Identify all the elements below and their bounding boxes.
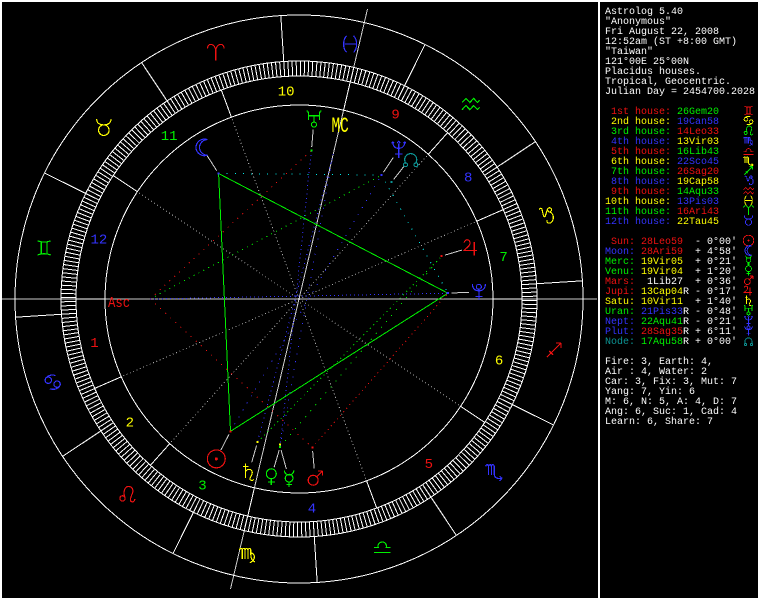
svg-text:5: 5: [425, 457, 433, 473]
svg-text:7: 7: [499, 250, 507, 266]
svg-text:8: 8: [464, 170, 472, 186]
svg-text:11: 11: [161, 129, 178, 145]
svg-text:12: 12: [90, 233, 107, 249]
svg-text:12th house:: 12th house:: [605, 216, 671, 228]
svg-text:1: 1: [90, 336, 98, 352]
svg-text:6: 6: [495, 353, 503, 369]
svg-text:10: 10: [278, 84, 295, 100]
svg-text:R: R: [683, 337, 689, 348]
svg-text:9: 9: [391, 108, 399, 124]
svg-text:17Aqu58: 17Aqu58: [641, 337, 683, 348]
svg-text:Asc: Asc: [108, 296, 130, 312]
svg-text:+ 0°00': + 0°00': [695, 336, 737, 348]
svg-text:Learn: 6, Share: 7: Learn: 6, Share: 7: [605, 416, 713, 428]
svg-text:Node:: Node:: [605, 336, 635, 348]
svg-text:MC: MC: [332, 113, 349, 139]
svg-text:22Tau45: 22Tau45: [677, 217, 719, 228]
svg-text:2: 2: [126, 416, 134, 432]
svg-text:3: 3: [198, 478, 206, 494]
svg-text:Julian Day = 2454700.2028: Julian Day = 2454700.2028: [605, 86, 755, 98]
svg-text:R: R: [683, 287, 689, 298]
svg-text:4: 4: [308, 502, 316, 518]
